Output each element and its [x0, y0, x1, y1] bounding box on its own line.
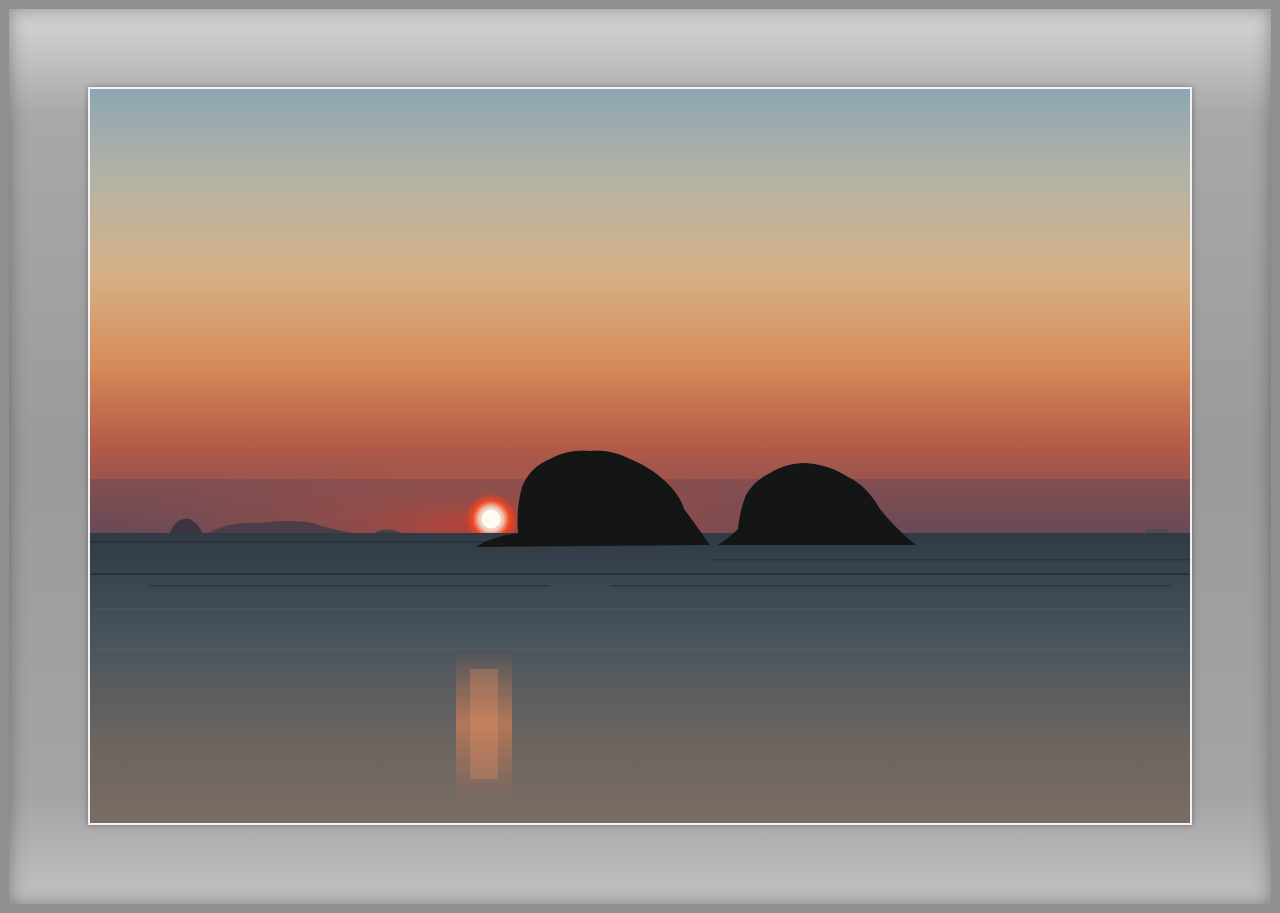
distant-ship [1146, 529, 1168, 533]
sunset-photo [90, 89, 1190, 823]
sea [90, 533, 1190, 823]
photo-border [88, 87, 1192, 825]
picture-frame [0, 0, 1280, 913]
sun-disc [481, 509, 501, 529]
sun-reflection-core [470, 669, 498, 779]
